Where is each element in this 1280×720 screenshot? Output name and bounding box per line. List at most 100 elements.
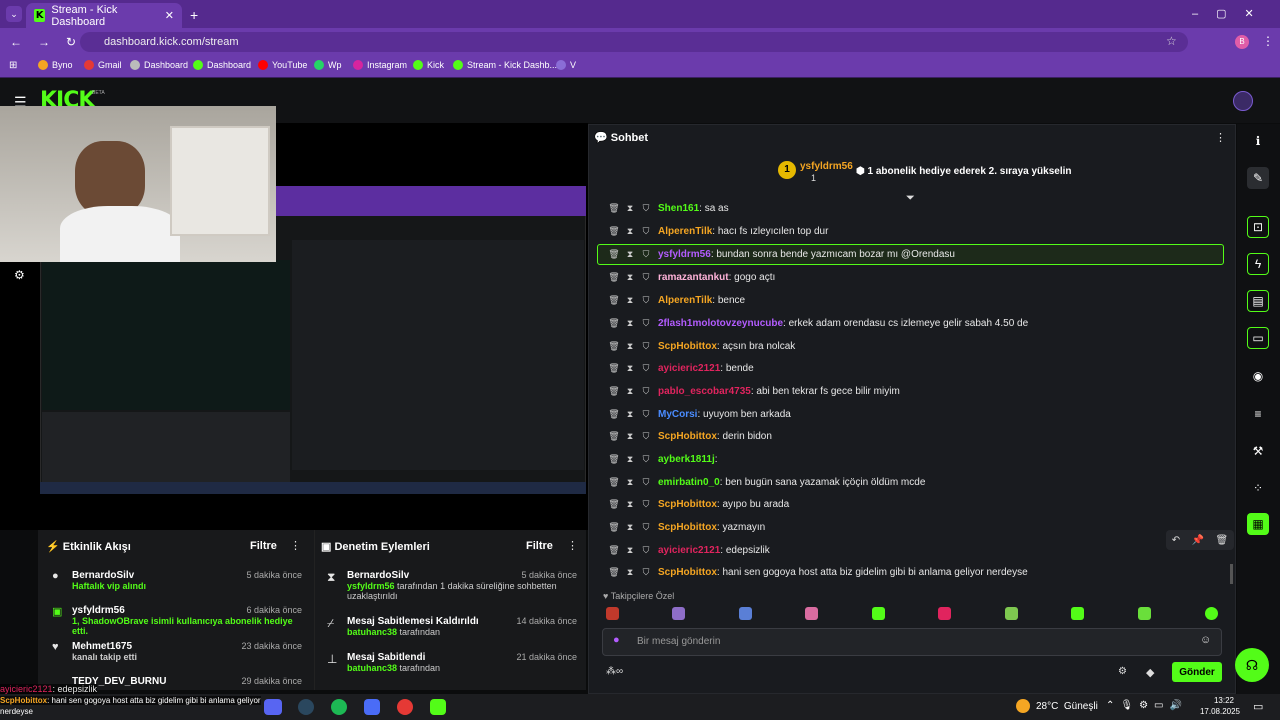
timeout-icon[interactable]: ⧗: [622, 226, 638, 237]
chat-message[interactable]: 🗑 ⧗ ⛉ ScpHobittox: derin bidon: [606, 426, 772, 446]
timeout-icon[interactable]: ⧗: [622, 249, 638, 260]
bookmark-instagram[interactable]: Instagram: [353, 60, 407, 70]
close-tab-icon[interactable]: ✕: [165, 9, 174, 22]
timeout-icon[interactable]: ⧗: [622, 477, 638, 488]
chat-message[interactable]: 🗑 ⧗ ⛉ ScpHobittox: yazmayın: [606, 517, 765, 537]
bookmark-kick[interactable]: Kick: [413, 60, 444, 70]
document-icon[interactable]: ▤: [1247, 290, 1269, 312]
delete-message-icon[interactable]: 🗑: [606, 454, 622, 465]
ban-icon[interactable]: ⛉: [638, 249, 654, 260]
steam-icon[interactable]: [298, 699, 314, 715]
chat-message[interactable]: 🗑 ⧗ ⛉ ramazantankut: gogo açtı: [606, 267, 775, 287]
delete-message-icon[interactable]: 🗑: [606, 386, 622, 397]
settings-gear-icon[interactable]: ⚙: [14, 268, 25, 282]
nodes-icon[interactable]: ⁘: [1247, 477, 1269, 499]
discord-icon[interactable]: [264, 699, 282, 715]
emote-icon[interactable]: [1138, 607, 1151, 620]
delete-message-icon[interactable]: 🗑: [606, 522, 622, 533]
weather-text[interactable]: 28°C Güneşli: [1036, 701, 1098, 712]
new-tab-icon[interactable]: +: [190, 7, 198, 23]
ban-icon[interactable]: ⛉: [638, 318, 654, 329]
delete-message-icon[interactable]: 🗑: [606, 203, 622, 214]
chat-message[interactable]: 🗑 ⧗ ⛉ 2flash1molotovzeynucube: erkek adam o…: [606, 313, 1028, 333]
chat-username[interactable]: AlperenTilk: [658, 226, 712, 237]
delete-message-icon[interactable]: 🗑: [606, 409, 622, 420]
pin-message-icon[interactable]: 📌: [1192, 535, 1204, 546]
emote-icon[interactable]: [872, 607, 885, 620]
chat-message[interactable]: 🗑 ⧗ ⛉ AlperenTilk: bence: [606, 290, 745, 310]
delete-message-icon[interactable]: 🗑: [606, 249, 622, 260]
chat-scrollbar[interactable]: [1230, 564, 1233, 584]
message-actions[interactable]: ↶ 📌 🗑: [1166, 530, 1234, 550]
window-controls[interactable]: –▢✕: [1192, 7, 1272, 20]
emote-icon[interactable]: [938, 607, 951, 620]
ban-icon[interactable]: ⛉: [638, 522, 654, 533]
infinity-icon[interactable]: ⁂∞: [606, 666, 623, 677]
ban-icon[interactable]: ⛉: [638, 567, 654, 578]
emote-icon[interactable]: [1205, 607, 1218, 620]
chat-username[interactable]: ayicieric2121: [658, 363, 720, 374]
chat-username[interactable]: pablo_escobar4735: [658, 386, 751, 397]
stack-icon[interactable]: ≡: [1247, 403, 1269, 425]
chat-username[interactable]: ayicieric2121: [658, 545, 720, 556]
timeout-icon[interactable]: ⧗: [622, 522, 638, 533]
collapse-icon[interactable]: ⏷: [906, 192, 915, 205]
ban-icon[interactable]: ⛉: [638, 295, 654, 306]
chat-username[interactable]: 2flash1molotovzeynucube: [658, 318, 783, 329]
bookmark-v[interactable]: V: [556, 60, 576, 70]
chat-username[interactable]: ScpHobittox: [658, 567, 717, 578]
chat-message[interactable]: 🗑 ⧗ ⛉ MyCorsi: uyuyom ben arkada: [606, 404, 791, 424]
emote-icon[interactable]: [739, 607, 752, 620]
ban-icon[interactable]: ⛉: [638, 545, 654, 556]
broadcast-icon[interactable]: ◉: [1247, 365, 1269, 387]
timeout-icon[interactable]: ⧗: [622, 431, 638, 442]
browser-menu-icon[interactable]: ⋮: [1262, 34, 1274, 48]
ban-icon[interactable]: ⛉: [638, 454, 654, 465]
browser-tab[interactable]: K Stream - Kick Dashboard ✕: [26, 3, 182, 28]
timeout-icon[interactable]: ⧗: [622, 318, 638, 329]
timeout-icon[interactable]: ⧗: [622, 295, 638, 306]
timeout-icon[interactable]: ⧗: [622, 454, 638, 465]
timeout-icon[interactable]: ⧗: [622, 545, 638, 556]
chat-username[interactable]: ayberk1811j: [658, 454, 715, 465]
ban-icon[interactable]: ⛉: [638, 386, 654, 397]
chat-message[interactable]: 🗑 ⧗ ⛉ ayberk1811j:: [606, 449, 717, 469]
chat-settings-icon[interactable]: ⚙: [1118, 666, 1127, 677]
clapper-icon[interactable]: ▦: [1247, 513, 1269, 535]
bookmark-star-icon[interactable]: ☆: [1166, 34, 1177, 48]
ban-icon[interactable]: ⛉: [638, 477, 654, 488]
send-button[interactable]: Gönder: [1172, 662, 1222, 682]
timeout-icon[interactable]: ⧗: [622, 409, 638, 420]
emote-icon[interactable]: [805, 607, 818, 620]
delete-message-icon[interactable]: 🗑: [606, 272, 622, 283]
reply-icon[interactable]: ↶: [1172, 535, 1180, 546]
ban-icon[interactable]: ⛉: [638, 499, 654, 510]
chat-message[interactable]: 🗑 ⧗ ⛉ Shen161: sa as: [606, 198, 728, 218]
delete-message-icon[interactable]: 🗑: [606, 431, 622, 442]
chat-username[interactable]: emirbatin0_0: [658, 477, 720, 488]
chat-message[interactable]: 🗑 ⧗ ⛉ ScpHobittox: hani sen gogoya host att…: [606, 562, 1027, 582]
obs-icon[interactable]: [397, 699, 413, 715]
ban-icon[interactable]: ⛉: [638, 363, 654, 374]
chat-message[interactable]: 🗑 ⧗ ⛉ ayicieric2121: edepsizlik: [606, 540, 769, 560]
moderation-menu-icon[interactable]: ⋮: [567, 539, 578, 552]
chat-menu-icon[interactable]: ⋮: [1215, 131, 1226, 144]
delete-message-icon[interactable]: 🗑: [606, 226, 622, 237]
kick-app-icon[interactable]: [430, 699, 446, 715]
chat-message[interactable]: 🗑 ⧗ ⛉ ysfyldrm56: bundan sonra bende yazmıc…: [606, 244, 955, 264]
ban-icon[interactable]: ⛉: [638, 409, 654, 420]
clock-date[interactable]: 17.08.2025: [1196, 707, 1240, 716]
emoji-icon[interactable]: ☺: [1200, 634, 1211, 646]
delete-message-icon[interactable]: 🗑: [606, 318, 622, 329]
chat-username[interactable]: ysfyldrm56: [658, 249, 711, 260]
timeout-icon[interactable]: ⧗: [622, 203, 638, 214]
notification-icon[interactable]: ▭: [1253, 700, 1263, 713]
chat-input[interactable]: Bir mesaj gönderin: [602, 628, 1222, 656]
delete-message-icon[interactable]: 🗑: [606, 295, 622, 306]
activity-filter-button[interactable]: Filtre: [250, 540, 277, 552]
chat-username[interactable]: ScpHobittox: [658, 431, 717, 442]
chat-message[interactable]: 🗑 ⧗ ⛉ pablo_escobar4735: abi ben tekrar fs …: [606, 381, 900, 401]
user-avatar[interactable]: [1233, 91, 1253, 111]
emote-icon[interactable]: [1005, 607, 1018, 620]
timeout-icon[interactable]: ⧗: [622, 363, 638, 374]
